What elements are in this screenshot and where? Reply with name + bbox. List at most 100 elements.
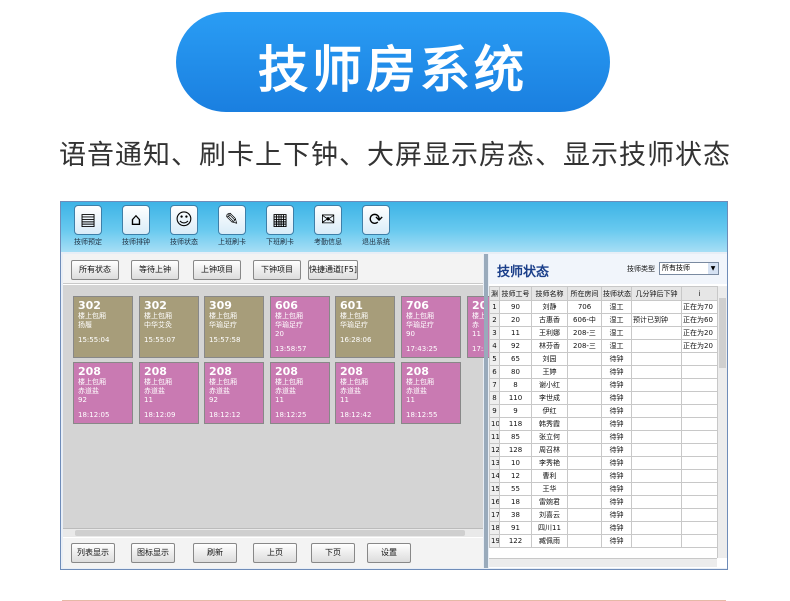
column-header[interactable]: 技师名称 — [531, 286, 568, 301]
table-vertical-scrollbar[interactable] — [717, 286, 727, 558]
room-tile[interactable]: 208 楼上包厢 赤道盐 92 18:12:05 — [73, 362, 133, 424]
filter-button[interactable]: 快捷通道[F5] — [308, 260, 358, 280]
chevron-down-icon[interactable]: ▼ — [708, 263, 718, 274]
room-tile[interactable]: 208 楼上包厢 赤道盐 11 18:12:09 — [139, 362, 199, 424]
table-cell — [631, 430, 682, 444]
table-cell: 6 — [489, 365, 500, 379]
room-technician-id: 92 — [209, 396, 218, 404]
table-row[interactable]: 9 9 伊红 待钟 — [489, 404, 718, 418]
room-tile[interactable]: 302 楼上包厢 中华艾灸 15:55:07 — [139, 296, 199, 358]
column-header[interactable]: 所在房间 — [567, 286, 602, 301]
filter-button[interactable]: 所有状态 — [71, 260, 119, 280]
column-header[interactable]: 几分钟后下钟 — [631, 286, 682, 301]
table-cell — [681, 456, 718, 470]
column-header[interactable]: 淵 — [489, 286, 500, 301]
room-type: 楼上包厢 — [144, 312, 172, 320]
table-cell: 5 — [489, 352, 500, 366]
toolbar-button[interactable]: ⟳ 退出系统 — [353, 205, 399, 251]
scrollbar-thumb[interactable] — [75, 530, 465, 536]
table-row[interactable]: 15 55 王华 待钟 — [489, 482, 718, 496]
table-row[interactable]: 16 18 雷婉君 待钟 — [489, 495, 718, 509]
table-cell: 待钟 — [601, 508, 632, 522]
table-row[interactable]: 13 10 李秀艳 待钟 — [489, 456, 718, 470]
table-row[interactable]: 10 118 韩秀霞 待钟 — [489, 417, 718, 431]
table-cell: 706 — [567, 300, 602, 314]
room-tile[interactable]: 208 楼上包厢 赤道盐 11 18:12:55 — [401, 362, 461, 424]
table-row[interactable]: 3 11 王利娜 208-三 湿工 正在为20 — [489, 326, 718, 340]
table-row[interactable]: 2 20 古惠香 606-中 湿工 预计已到钟 正在为60 — [489, 313, 718, 327]
table-cell: 待钟 — [601, 534, 632, 548]
technician-type-select[interactable]: 所有技师 ▼ — [659, 262, 719, 275]
bottom-button[interactable]: 设置 — [367, 543, 411, 563]
table-row[interactable]: 8 110 李世成 待钟 — [489, 391, 718, 405]
room-number: 601 — [340, 299, 363, 312]
column-header[interactable]: i — [681, 286, 718, 301]
room-tile[interactable]: 706 楼上包厢 华瑜足疗 90 17:43:25 — [401, 296, 461, 358]
room-number: 208 — [144, 365, 167, 378]
table-row[interactable]: 4 92 林芬香 208-三 湿工 正在为20 — [489, 339, 718, 353]
technician-type-value: 所有技师 — [662, 264, 690, 272]
toolbar-button[interactable]: ✎ 上班刷卡 — [209, 205, 255, 251]
room-number: 208 — [209, 365, 232, 378]
table-row[interactable]: 19 122 臧佩雨 待钟 — [489, 534, 718, 548]
filter-button[interactable]: 下钟项目 — [253, 260, 301, 280]
table-cell — [681, 352, 718, 366]
table-cell — [567, 482, 602, 496]
bottom-button[interactable]: 下页 — [311, 543, 355, 563]
bottom-button[interactable]: 上页 — [253, 543, 297, 563]
column-header[interactable]: 技师工号 — [499, 286, 532, 301]
scrollbar-thumb[interactable] — [719, 298, 726, 368]
table-row[interactable]: 12 128 周召林 待钟 — [489, 443, 718, 457]
room-tile[interactable]: 606 楼上包厢 华瑜足疗 20 13:58:57 — [270, 296, 330, 358]
room-type: 楼上包厢 — [340, 312, 368, 320]
bottom-button[interactable]: 图标显示 — [131, 543, 175, 563]
table-cell: 19 — [489, 534, 500, 548]
table-row[interactable]: 1 90 刘静 706 湿工 正在为70 — [489, 300, 718, 314]
technician-status-pane: 技师状态 技师类型 所有技师 ▼ 淵技师工号 技师名称 所在房间 技师状态 几分钟后下钟… — [489, 254, 727, 568]
bottom-button[interactable]: 刷新 — [193, 543, 237, 563]
table-cell: 110 — [499, 391, 532, 405]
room-type: 楼上包厢 — [209, 378, 237, 386]
table-row[interactable]: 6 80 王婷 待钟 — [489, 365, 718, 379]
table-cell — [631, 443, 682, 457]
table-cell: 待钟 — [601, 495, 632, 509]
table-cell: 待钟 — [601, 391, 632, 405]
table-cell: 刘喜云 — [531, 508, 568, 522]
toolbar-button[interactable]: ✉ 考勤信息 — [305, 205, 351, 251]
room-horizontal-scrollbar[interactable] — [63, 528, 483, 537]
room-tile[interactable]: 601 楼上包厢 华瑜足疗 16:28:06 — [335, 296, 395, 358]
toolbar-button[interactable]: ☺ 技师状态 — [161, 205, 207, 251]
table-cell: 韩秀霞 — [531, 417, 568, 431]
room-number: 706 — [406, 299, 429, 312]
room-tile[interactable]: 208 楼上包厢 赤道盐 92 18:12:12 — [204, 362, 264, 424]
table-row[interactable]: 7 8 谢小红 待钟 — [489, 378, 718, 392]
table-row[interactable]: 17 38 刘喜云 待钟 — [489, 508, 718, 522]
filter-button[interactable]: 上钟项目 — [193, 260, 241, 280]
filter-button[interactable]: 等待上钟 — [131, 260, 179, 280]
pane-splitter[interactable] — [484, 254, 488, 568]
table-row[interactable]: 5 65 刘园 待钟 — [489, 352, 718, 366]
pencil-icon: ✎ — [218, 205, 246, 235]
table-cell: 刘园 — [531, 352, 568, 366]
toolbar-button[interactable]: ⌂ 技师排钟 — [113, 205, 159, 251]
room-service: 扬履 — [78, 321, 92, 329]
table-row[interactable]: 14 12 曹利 待钟 — [489, 469, 718, 483]
room-tile[interactable]: 208 楼上包厢 赤道盐 11 18:12:42 — [335, 362, 395, 424]
table-cell: 11 — [489, 430, 500, 444]
table-cell: 雷婉君 — [531, 495, 568, 509]
room-tile[interactable]: 309 楼上包厢 华瑜足疗 15:57:58 — [204, 296, 264, 358]
bottom-button[interactable]: 列表显示 — [71, 543, 115, 563]
table-horizontal-scrollbar[interactable] — [489, 558, 717, 567]
room-service: 赤道盐 — [144, 387, 165, 395]
table-cell: 王利娜 — [531, 326, 568, 340]
room-tile[interactable]: 302 楼上包厢 扬履 15:55:04 — [73, 296, 133, 358]
table-cell: 91 — [499, 521, 532, 535]
table-row[interactable]: 11 85 张立何 待钟 — [489, 430, 718, 444]
room-tile[interactable]: 208 楼上包厢 赤道盐 11 18:12:25 — [270, 362, 330, 424]
table-row[interactable]: 18 91 四川11 待钟 — [489, 521, 718, 535]
table-cell: 正在为20 — [681, 326, 718, 340]
column-header[interactable]: 技师状态 — [601, 286, 632, 301]
table-cell — [567, 430, 602, 444]
toolbar-button[interactable]: ▦ 下班刷卡 — [257, 205, 303, 251]
toolbar-button[interactable]: ▤ 技师预定 — [65, 205, 111, 251]
